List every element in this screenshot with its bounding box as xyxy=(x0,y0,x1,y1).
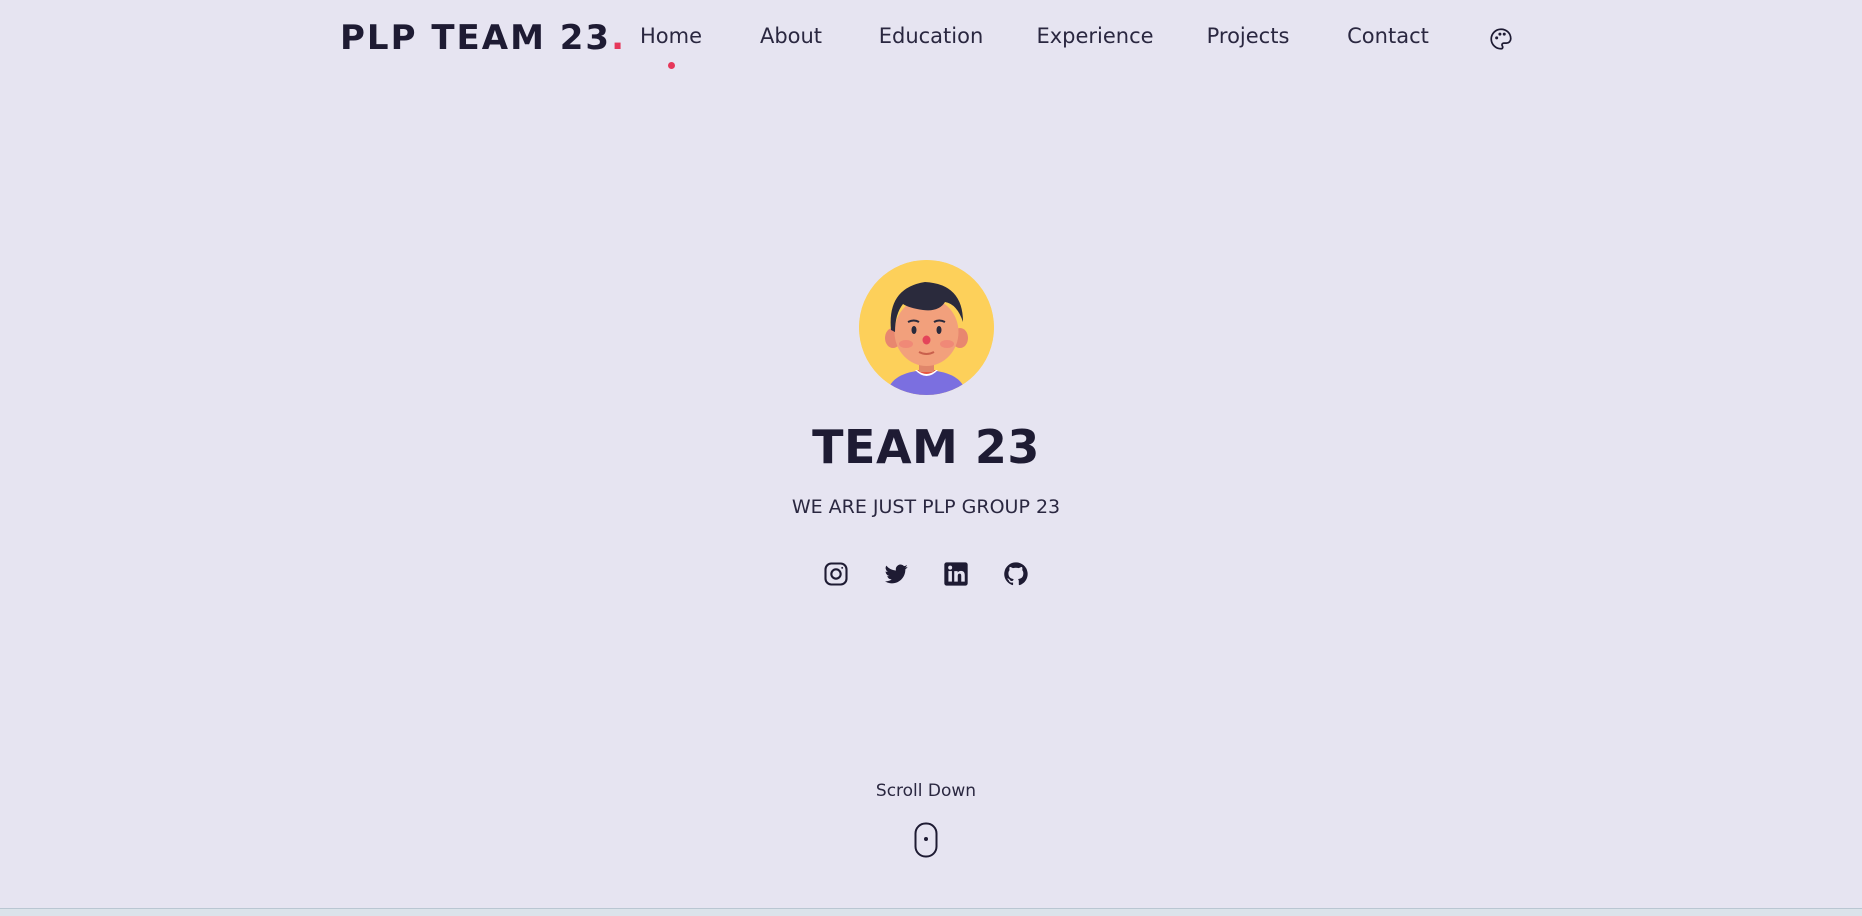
site-header: PLP TEAM 23. Home About Education Experi… xyxy=(0,0,1862,80)
linkedin-icon[interactable] xyxy=(942,560,970,588)
nav-item-experience[interactable]: Experience xyxy=(1036,24,1153,48)
nav-item-education[interactable]: Education xyxy=(879,24,984,48)
github-icon[interactable] xyxy=(1002,560,1030,588)
page: PLP TEAM 23. Home About Education Experi… xyxy=(0,0,1862,916)
hero-title: TEAM 23 xyxy=(812,420,1040,474)
instagram-icon[interactable] xyxy=(822,560,850,588)
main-nav: Home About Education Experience Projects… xyxy=(0,0,1862,80)
nav-item-home[interactable]: Home xyxy=(640,24,702,69)
nav-item-about[interactable]: About xyxy=(760,24,822,48)
hero-subtitle: WE ARE JUST PLP GROUP 23 xyxy=(791,496,1061,518)
nav-item-projects[interactable]: Projects xyxy=(1207,24,1290,48)
avatar xyxy=(859,260,994,395)
mouse-icon[interactable] xyxy=(914,822,938,858)
scroll-down-label: Scroll Down xyxy=(875,781,977,801)
window-bottom-edge xyxy=(0,908,1862,916)
palette-icon[interactable] xyxy=(1488,26,1514,52)
twitter-icon[interactable] xyxy=(882,560,910,588)
nav-item-contact[interactable]: Contact xyxy=(1347,24,1429,48)
